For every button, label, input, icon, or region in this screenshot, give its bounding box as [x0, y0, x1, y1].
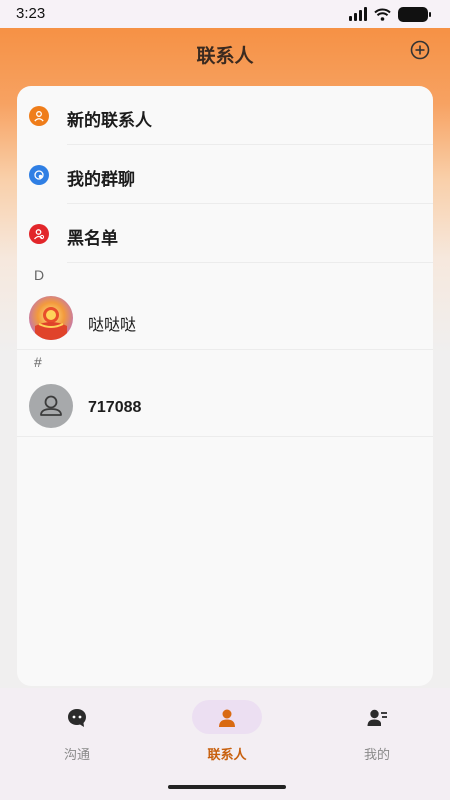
- tab-contacts[interactable]: 联系人: [177, 700, 277, 780]
- bottom-tab-bar: 沟通 联系人 我的: [0, 688, 450, 800]
- tab-label: 我的: [363, 747, 390, 762]
- signal-icon: [349, 7, 367, 21]
- profile-list-icon: [367, 709, 387, 726]
- contact-name: 717088: [88, 399, 142, 416]
- contact-row[interactable]: 哒哒哒: [17, 289, 433, 349]
- tab-chat[interactable]: 沟通: [27, 700, 127, 780]
- chat-bubble-icon: [68, 709, 86, 727]
- home-indicator: [168, 785, 286, 789]
- status-bar: 3:23: [0, 0, 450, 28]
- divider: [67, 262, 433, 263]
- festive-avatar: [29, 296, 73, 340]
- person-icon: [219, 709, 235, 727]
- blacklist-item[interactable]: 黑名单: [17, 204, 433, 262]
- status-time: 3:23: [16, 5, 46, 22]
- menu-label: 黑名单: [67, 229, 118, 248]
- group-chats-item[interactable]: 我的群聊: [17, 145, 433, 203]
- contact-name: 哒哒哒: [88, 317, 137, 334]
- section-letter: D: [34, 267, 45, 283]
- page-title: 联系人: [196, 46, 254, 67]
- divider: [17, 436, 433, 437]
- tab-label: 沟通: [63, 747, 90, 762]
- status-icons: [349, 6, 431, 22]
- divider: [17, 349, 433, 350]
- new-contact-icon: [29, 106, 49, 126]
- header: 联系人: [0, 28, 450, 78]
- contacts-card: 新的联系人 我的群聊 黑名单 D 哒哒哒 # 717088: [17, 86, 433, 686]
- battery-icon: [398, 6, 431, 22]
- default-person-avatar: [29, 384, 73, 428]
- section-letter: #: [34, 354, 42, 370]
- wifi-icon: [374, 8, 391, 21]
- add-contact-button[interactable]: [410, 40, 430, 60]
- menu-label: 我的群聊: [67, 170, 135, 189]
- menu-label: 新的联系人: [67, 111, 152, 130]
- tab-label: 联系人: [207, 747, 247, 762]
- tab-mine[interactable]: 我的: [327, 700, 427, 780]
- contact-row[interactable]: 717088: [17, 376, 433, 436]
- group-chat-icon: [29, 165, 49, 185]
- blacklist-icon: [29, 224, 49, 244]
- new-contacts-item[interactable]: 新的联系人: [17, 86, 433, 144]
